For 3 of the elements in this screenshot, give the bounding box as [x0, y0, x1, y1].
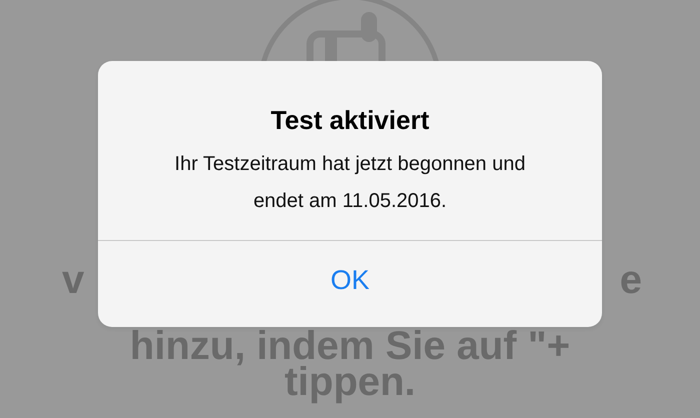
alert-message: Ihr Testzeitraum hat jetzt begonnen und endet am 11.05.2016. [174, 152, 526, 214]
alert-title: Test aktiviert [270, 104, 430, 137]
ok-button[interactable]: OK [98, 241, 602, 320]
